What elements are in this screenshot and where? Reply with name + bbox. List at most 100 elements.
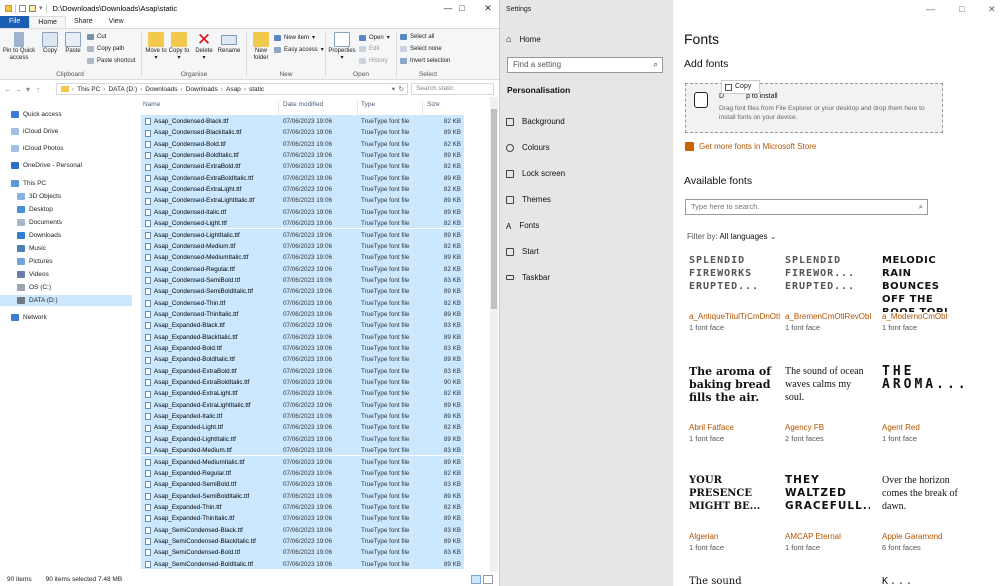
tab-home[interactable]: Home bbox=[29, 16, 66, 28]
maximize-button[interactable]: □ bbox=[450, 0, 474, 16]
qat-dropdown-icon[interactable]: ▾ bbox=[39, 4, 43, 12]
language-filter[interactable]: Filter by: All languages ⌄ bbox=[687, 232, 776, 241]
table-row[interactable]: Asap_Condensed-ExtraLight.ttf 07/06/2023 … bbox=[141, 183, 464, 195]
table-row[interactable]: Asap_Expanded-BoldItalic.ttf 07/06/2023 1… bbox=[141, 353, 464, 365]
nav-icloud-drive[interactable]: iCloud Drive bbox=[0, 126, 132, 137]
breadcrumb-this-pc[interactable]: This PC bbox=[77, 86, 100, 93]
up-arrow-icon[interactable]: ↑ bbox=[33, 85, 43, 94]
nav-this-pc[interactable]: This PC bbox=[0, 178, 132, 189]
breadcrumb-downloads[interactable]: Downloads bbox=[145, 86, 177, 93]
settings-close-button[interactable]: ✕ bbox=[988, 4, 996, 15]
address-bar[interactable]: › This PC › DATA (D:) › Downloads › Downloa… bbox=[56, 83, 408, 95]
copy-to-button[interactable]: Copy to ▾ bbox=[168, 32, 190, 62]
nav-background[interactable]: Background bbox=[506, 117, 565, 126]
table-row[interactable]: Asap_Condensed-SemiBoldItalic.ttf 07/06/2… bbox=[141, 285, 464, 297]
table-row[interactable]: Asap_Expanded-ThinItalic.ttf 07/06/2023 1… bbox=[141, 512, 464, 524]
select-none-button[interactable]: Select none bbox=[400, 46, 442, 52]
table-row[interactable]: Asap_Condensed-Black.ttf 07/06/2023 19:06… bbox=[141, 115, 464, 127]
scrollbar-thumb[interactable] bbox=[491, 109, 497, 309]
table-row[interactable]: Asap_Expanded-BlackItalic.ttf 07/06/2023 … bbox=[141, 330, 464, 342]
close-button[interactable]: ✕ bbox=[476, 0, 499, 16]
easy-access-button[interactable]: Easy access ▾ bbox=[274, 46, 324, 53]
home-button[interactable]: ⌂ Home bbox=[506, 34, 541, 44]
table-row[interactable]: Asap_SemiCondensed-BlackItalic.ttf 07/06/… bbox=[141, 534, 464, 547]
column-date-modified[interactable]: Date modified bbox=[283, 101, 323, 108]
search-static-input[interactable]: Search static bbox=[411, 83, 494, 95]
font-card[interactable]: The aroma of baking bread fills the air.… bbox=[689, 365, 774, 443]
table-row[interactable]: Asap_Condensed-ExtraBoldItalic.ttf 07/06/… bbox=[141, 171, 464, 184]
nav-start[interactable]: Start bbox=[506, 247, 539, 256]
nav-pictures[interactable]: Pictures bbox=[0, 256, 132, 267]
new-folder-icon[interactable] bbox=[29, 4, 36, 12]
copy-path-button[interactable]: Copy path bbox=[87, 46, 124, 52]
tab-file[interactable]: File bbox=[0, 16, 30, 28]
tab-share[interactable]: Share bbox=[66, 16, 101, 28]
table-row[interactable]: Asap_SemiCondensed-Bold.ttf 07/06/2023 19… bbox=[141, 546, 464, 558]
table-row[interactable]: Asap_Expanded-ExtraBoldItalic.ttf 07/06/2… bbox=[141, 376, 464, 388]
nav-colours[interactable]: Colours bbox=[506, 143, 550, 152]
table-row[interactable]: Asap_Condensed-ExtraLightItalic.ttf 07/06… bbox=[141, 194, 464, 206]
table-row[interactable]: Asap_Condensed-SemiBold.ttf 07/06/2023 19… bbox=[141, 273, 464, 286]
select-all-button[interactable]: Select all bbox=[400, 34, 434, 40]
nav-downloads[interactable]: Downloads bbox=[0, 230, 132, 241]
nav-lock-screen[interactable]: Lock screen bbox=[506, 169, 565, 178]
table-row[interactable]: Asap_Expanded-Bold.ttf 07/06/2023 19:06 Tr… bbox=[141, 342, 464, 354]
pin-quick-access-button[interactable]: Pin to Quick access bbox=[2, 32, 36, 62]
nav-desktop[interactable]: Desktop bbox=[0, 204, 132, 215]
table-row[interactable]: Asap_Condensed-BoldItalic.ttf 07/06/2023 … bbox=[141, 149, 464, 161]
address-dropdown-icon[interactable]: ▾ bbox=[392, 85, 395, 93]
settings-maximize-button[interactable]: □ bbox=[959, 4, 964, 14]
find-setting-input[interactable]: Find a setting ⌕ bbox=[507, 57, 663, 73]
table-row[interactable]: Asap_Expanded-SemiBoldItalic.ttf 07/06/20… bbox=[141, 489, 464, 501]
table-row[interactable]: Asap_Condensed-Bold.ttf 07/06/2023 19:06 T… bbox=[141, 137, 464, 150]
table-row[interactable]: Asap_Condensed-Light.ttf 07/06/2023 19:06… bbox=[141, 217, 464, 229]
table-row[interactable]: Asap_Expanded-Thin.ttf 07/06/2023 19:06 Tr… bbox=[141, 500, 464, 513]
table-row[interactable]: Asap_Expanded-Regular.ttf 07/06/2023 19:0… bbox=[141, 466, 464, 479]
table-row[interactable]: Asap_SemiCondensed-Black.ttf 07/06/2023 1… bbox=[141, 523, 464, 535]
nav-onedrive[interactable]: OneDrive - Personal bbox=[0, 160, 132, 171]
font-card[interactable]: MELODIC RAIN BOUNCES OFF THE ROOF TOP!a_… bbox=[882, 254, 967, 332]
large-icons-view-icon[interactable] bbox=[483, 575, 493, 584]
nav-documents[interactable]: Documents bbox=[0, 217, 132, 228]
breadcrumb-asap[interactable]: Asap bbox=[226, 86, 241, 93]
nav-fonts[interactable]: A Fonts bbox=[506, 221, 539, 231]
nav-taskbar[interactable]: Taskbar bbox=[506, 273, 550, 282]
history-button[interactable]: History bbox=[359, 58, 388, 64]
table-row[interactable]: Asap_Condensed-BlackItalic.ttf 07/06/2023… bbox=[141, 126, 464, 138]
table-row[interactable]: Asap_Expanded-ExtraLight.ttf 07/06/2023 1… bbox=[141, 387, 464, 399]
store-link[interactable]: Get more fonts in Microsoft Store bbox=[685, 142, 816, 151]
paste-button[interactable]: Paste bbox=[63, 32, 83, 55]
table-row[interactable]: Asap_Expanded-Light.ttf 07/06/2023 19:06 T… bbox=[141, 421, 464, 433]
table-row[interactable]: Asap_Condensed-Medium.ttf 07/06/2023 19:0… bbox=[141, 239, 464, 252]
nav-videos[interactable]: Videos bbox=[0, 269, 132, 280]
nav-3d-objects[interactable]: 3D Objects bbox=[0, 191, 132, 202]
vertical-scrollbar[interactable] bbox=[490, 97, 498, 572]
forward-arrow-icon[interactable]: → bbox=[13, 85, 23, 94]
details-view-icon[interactable] bbox=[471, 575, 481, 584]
properties-button[interactable]: Properties ▾ bbox=[328, 32, 356, 62]
invert-selection-button[interactable]: Invert selection bbox=[400, 58, 450, 64]
nav-os-c[interactable]: OS (C:) bbox=[0, 282, 132, 293]
column-name[interactable]: Name bbox=[143, 101, 160, 108]
column-type[interactable]: Type bbox=[361, 101, 375, 108]
font-card[interactable]: The sound of ocean waves calms my soul. A… bbox=[785, 365, 870, 443]
table-row[interactable]: Asap_Expanded-Italic.ttf 07/06/2023 19:06… bbox=[141, 410, 464, 422]
refresh-icon[interactable]: ↻ bbox=[399, 85, 404, 93]
column-size[interactable]: Size bbox=[427, 101, 440, 108]
table-row[interactable]: Asap_Expanded-MediumItalic.ttf 07/06/2023… bbox=[141, 455, 464, 467]
settings-minimize-button[interactable]: — bbox=[926, 4, 935, 14]
table-row[interactable]: Asap_Condensed-ThinItalic.ttf 07/06/2023 … bbox=[141, 307, 464, 320]
copy-button[interactable]: Copy bbox=[40, 32, 60, 55]
back-arrow-icon[interactable]: ← bbox=[3, 85, 13, 94]
open-button[interactable]: Open ▾ bbox=[359, 34, 390, 41]
table-row[interactable]: Asap_Expanded-Black.ttf 07/06/2023 19:06 T… bbox=[141, 319, 464, 331]
table-row[interactable]: Asap_Condensed-LightItalic.ttf 07/06/2023… bbox=[141, 228, 464, 240]
table-row[interactable]: Asap_Expanded-ExtraLightItalic.ttf 07/06/… bbox=[141, 398, 464, 411]
nav-data-d[interactable]: DATA (D:) bbox=[0, 295, 132, 306]
table-row[interactable]: Asap_Condensed-ExtraBold.ttf 07/06/2023 1… bbox=[141, 160, 464, 172]
font-card[interactable]: THEY WALTZED GRACEFULL... AMCAP Eternal 1 … bbox=[785, 474, 870, 552]
font-card[interactable]: SPLENDID FIREWOR... ERUPTED... a_BremenCm… bbox=[785, 254, 871, 332]
breadcrumb-static[interactable]: static bbox=[249, 86, 264, 93]
table-row[interactable]: Asap_SemiCondensed-BoldItalic.ttf 07/06/2… bbox=[141, 557, 464, 569]
nav-network[interactable]: Network bbox=[0, 312, 132, 323]
